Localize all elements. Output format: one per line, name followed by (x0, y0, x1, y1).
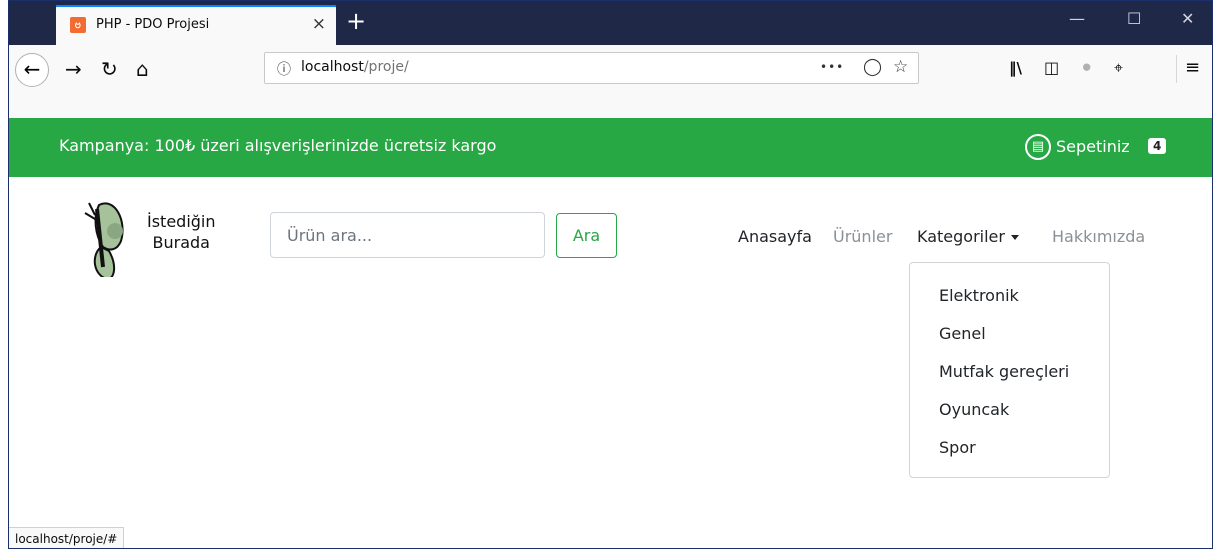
dropdown-item-genel[interactable]: Genel (939, 324, 986, 343)
dropdown-item-oyuncak[interactable]: Oyuncak (939, 400, 1009, 419)
search-button[interactable]: Ara (556, 213, 617, 258)
url-host: localhost (301, 59, 364, 75)
brand-line-2: Burada (152, 233, 210, 252)
categories-dropdown: Elektronik Genel Mutfak gereçleri Oyunca… (909, 262, 1110, 478)
tab-accent (56, 5, 336, 7)
browser-window: ဗ PHP - PDO Projesi × + — ☐ ✕ ← → ↻ ⌂ ⓘ … (8, 0, 1213, 549)
nav-categories-label: Kategoriler (917, 227, 1005, 246)
crop-icon[interactable]: ⌖ (1114, 58, 1123, 78)
home-icon[interactable]: ⌂ (136, 57, 149, 81)
reload-icon[interactable]: ↻ (101, 57, 118, 81)
bookmark-star-icon[interactable]: ☆ (893, 57, 908, 77)
sidebar-icon[interactable]: ◫ (1044, 58, 1059, 77)
url-text[interactable]: localhost/proje/ (301, 59, 409, 75)
minimize-button[interactable]: — (1069, 9, 1085, 28)
url-path: /proje/ (363, 59, 409, 75)
menu-icon[interactable]: ≡ (1185, 57, 1200, 78)
forward-icon[interactable]: → (65, 57, 82, 81)
new-tab-button[interactable]: + (346, 7, 366, 35)
info-icon[interactable]: ⓘ (277, 59, 291, 79)
campaign-text: Kampanya: 100₺ üzeri alışverişlerinizde … (59, 136, 497, 155)
shield-icon[interactable]: ⚫ (1080, 58, 1093, 77)
pocket-icon[interactable]: ◯ (863, 57, 882, 77)
butterfly-logo-icon[interactable] (81, 195, 141, 277)
dropdown-item-mutfak[interactable]: Mutfak gereçleri (939, 362, 1069, 381)
nav-products[interactable]: Ürünler (833, 227, 892, 246)
cart-count-badge: 4 (1148, 138, 1167, 154)
address-bar[interactable]: ⓘ localhost/proje/ ••• ◯ ☆ (264, 52, 919, 84)
maximize-button[interactable]: ☐ (1127, 9, 1141, 28)
library-icon[interactable]: ‖\ (1009, 59, 1022, 77)
campaign-banner: Kampanya: 100₺ üzeri alışverişlerinizde … (9, 118, 1212, 177)
toolbar-separator (1176, 55, 1177, 83)
browser-toolbar: ← → ↻ ⌂ ⓘ localhost/proje/ ••• ◯ ☆ ‖\ ◫ … (9, 45, 1212, 118)
tab-close-icon[interactable]: × (312, 14, 326, 34)
dropdown-item-elektronik[interactable]: Elektronik (939, 286, 1019, 305)
nav-home[interactable]: Anasayfa (738, 227, 812, 246)
brand-name[interactable]: İstediğin Burada (147, 211, 216, 253)
cart-label: Sepetiniz (1056, 137, 1130, 156)
back-button[interactable]: ← (15, 53, 49, 87)
page-actions-button[interactable]: ••• (820, 60, 844, 74)
status-bar-link: localhost/proje/# (9, 527, 125, 548)
search-input[interactable]: Ürün ara... (270, 212, 545, 258)
browser-tab[interactable]: ဗ PHP - PDO Projesi × (56, 5, 336, 45)
nav-categories[interactable]: Kategoriler (917, 227, 1019, 246)
caret-down-icon (1010, 235, 1019, 240)
dropdown-item-spor[interactable]: Spor (939, 438, 976, 457)
cart-icon: ▤ (1025, 134, 1051, 160)
title-bar: ဗ PHP - PDO Projesi × + — ☐ ✕ (9, 1, 1212, 45)
close-window-button[interactable]: ✕ (1181, 9, 1194, 28)
tab-title: PHP - PDO Projesi (96, 17, 210, 32)
brand-line-1: İstediğin (147, 212, 216, 231)
xampp-favicon-icon: ဗ (70, 17, 86, 33)
nav-about[interactable]: Hakkımızda (1052, 227, 1145, 246)
